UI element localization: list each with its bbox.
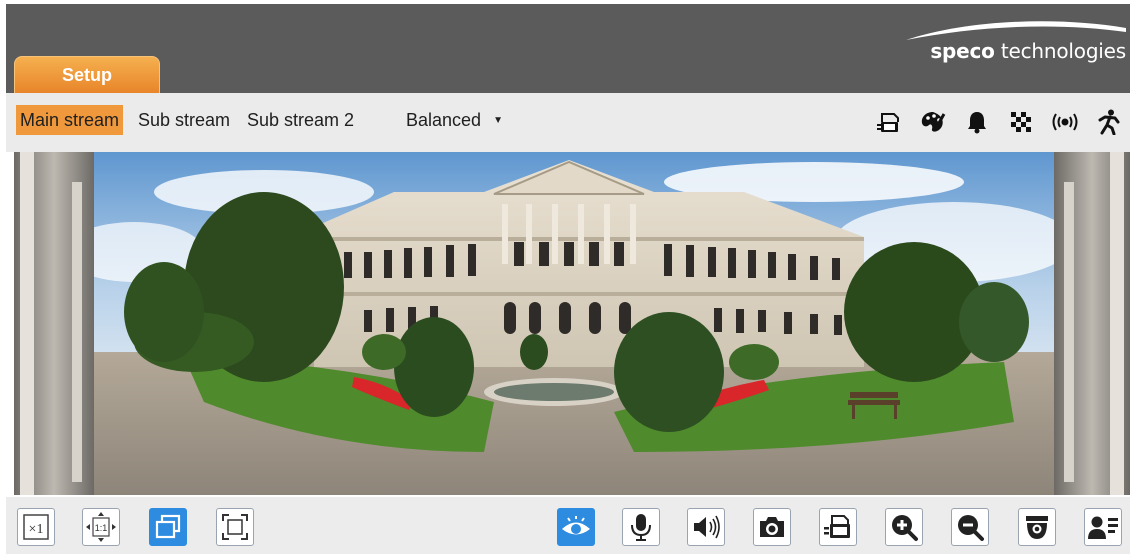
fullscreen-button[interactable] — [216, 508, 254, 546]
zoom-in-icon — [892, 515, 918, 541]
dome-camera-icon — [1026, 516, 1048, 539]
quality-select[interactable]: Balanced ▼ — [406, 105, 503, 135]
fullscreen-icon — [222, 514, 248, 540]
mosaic-icon[interactable] — [1006, 108, 1036, 136]
stream-bar: Main stream Sub stream Sub stream 2 Bala… — [6, 93, 1130, 152]
brand-name: speco technologies — [930, 39, 1126, 63]
status-icons — [874, 108, 1124, 136]
tab-sub-stream-2[interactable]: Sub stream 2 — [243, 105, 358, 135]
app-header: Setup speco technologies — [6, 4, 1130, 93]
zoom-out-button[interactable] — [951, 508, 989, 546]
brand-name-rest: technologies — [994, 39, 1126, 63]
original-size-icon: ×1 — [23, 514, 49, 540]
alarm-bell-icon[interactable] — [962, 108, 992, 136]
audio-alarm-icon[interactable] — [1050, 108, 1080, 136]
microphone-button[interactable] — [622, 508, 660, 546]
window-mode-icon — [155, 514, 181, 539]
camera-icon — [760, 517, 784, 537]
live-view-button[interactable] — [557, 508, 595, 546]
palette-icon[interactable] — [918, 108, 948, 136]
fit-ratio-label: 1:1 — [95, 523, 108, 533]
record-icon — [824, 515, 850, 538]
setup-tab[interactable]: Setup — [14, 56, 160, 93]
tab-main-stream[interactable]: Main stream — [16, 105, 124, 135]
ptz-dome-button[interactable] — [1018, 508, 1056, 546]
motion-person-icon[interactable] — [1094, 108, 1124, 136]
fit-ratio-button[interactable]: 1:1 — [82, 508, 120, 546]
record-button[interactable] — [819, 508, 857, 546]
quality-select-value: Balanced — [406, 110, 482, 130]
face-detect-button[interactable] — [1084, 508, 1122, 546]
original-size-button[interactable]: ×1 — [17, 508, 55, 546]
person-card-icon — [1088, 516, 1118, 539]
sd-card-icon[interactable] — [874, 108, 904, 136]
brand-logo: speco technologies — [896, 18, 1126, 64]
video-toolbar: ×1 1:1 — [6, 497, 1130, 554]
snapshot-button[interactable] — [753, 508, 791, 546]
camera-feed-image — [14, 152, 1130, 495]
brand-name-bold: speco — [930, 39, 995, 63]
speaker-icon — [694, 515, 720, 539]
original-size-label: ×1 — [29, 522, 44, 537]
microphone-icon — [631, 514, 651, 541]
live-video-view[interactable] — [14, 152, 1130, 495]
chevron-down-icon: ▼ — [493, 115, 503, 126]
fit-ratio-icon: 1:1 — [86, 512, 116, 542]
eye-icon — [562, 516, 590, 535]
speaker-button[interactable] — [687, 508, 725, 546]
zoom-in-button[interactable] — [885, 508, 923, 546]
zoom-out-icon — [958, 515, 984, 541]
tab-sub-stream[interactable]: Sub stream — [134, 105, 234, 135]
window-mode-button[interactable] — [149, 508, 187, 546]
